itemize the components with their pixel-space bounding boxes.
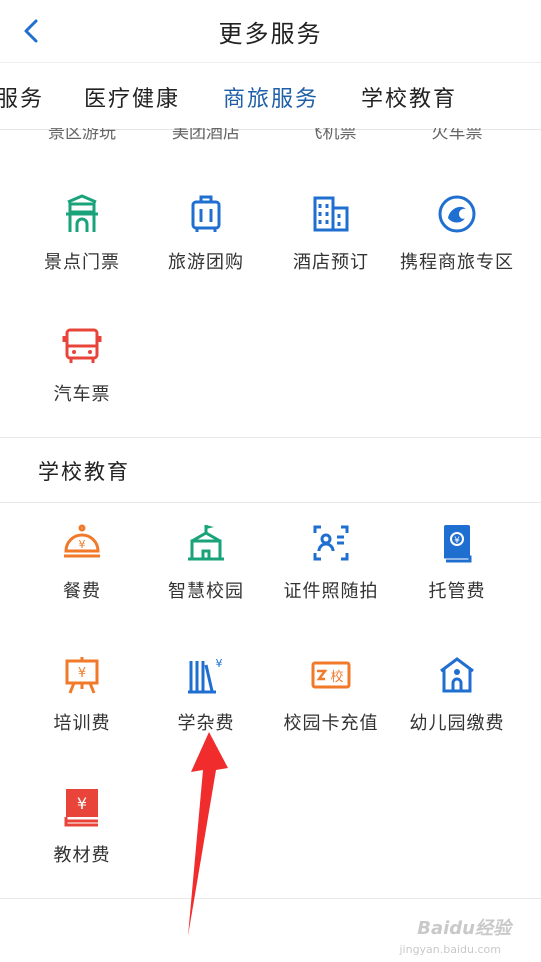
fee-book-icon: ¥ — [437, 523, 477, 563]
category-tabs: 服务 医疗健康 商旅服务 学校教育 — [0, 62, 541, 130]
grid-item-group-tour[interactable]: 旅游团购 — [141, 194, 271, 304]
campus-card-icon: 校 — [311, 655, 351, 695]
tab-services[interactable]: 服务 — [0, 81, 44, 113]
section-divider — [0, 502, 541, 503]
tab-school-education[interactable]: 学校教育 — [361, 81, 457, 113]
luggage-icon — [186, 194, 226, 234]
page-title: 更多服务 — [218, 20, 323, 48]
svg-text:¥: ¥ — [78, 666, 86, 681]
svg-text:¥: ¥ — [454, 536, 460, 546]
grid-item-label: 校园卡充值 — [283, 713, 379, 734]
section-title-school: 学校教育 — [38, 460, 130, 484]
grid-item-label: 酒店预订 — [293, 252, 369, 273]
svg-text:¥: ¥ — [216, 657, 223, 670]
grid-item-smart-campus[interactable]: 智慧校园 — [141, 523, 271, 633]
grid-item-campus-card-topup[interactable]: 校 校园卡充值 — [266, 655, 396, 765]
grid-item-meal-fee[interactable]: ¥ 餐费 — [17, 523, 147, 633]
school-building-icon — [186, 523, 226, 563]
grid-item-label: 景点门票 — [44, 252, 120, 273]
hotel-building-icon — [311, 194, 351, 234]
grid-item-label[interactable]: 美团酒店 — [141, 128, 271, 143]
grid-item-label[interactable]: 景区游玩 — [17, 128, 147, 143]
grid-item-label: 携程商旅专区 — [400, 252, 514, 273]
gate-icon — [62, 194, 102, 234]
grid-item-id-photo[interactable]: 证件照随拍 — [266, 523, 396, 633]
grid-item-label: 培训费 — [53, 713, 111, 734]
scrolled-off-row: 景区游玩 美团酒店 飞机票 火车票 — [0, 128, 541, 146]
meal-cover-icon: ¥ — [62, 523, 102, 563]
svg-text:¥: ¥ — [79, 538, 86, 551]
training-board-icon: ¥ — [62, 655, 102, 695]
watermark-site: jingyan.baidu.com — [399, 943, 501, 956]
watermark-brand: Baidu经验 — [417, 918, 511, 939]
grid-item-tuition-fee[interactable]: ¥ 学杂费 — [141, 655, 271, 765]
grid-item-label: 旅游团购 — [168, 252, 244, 273]
grid-item-label[interactable]: 飞机票 — [266, 128, 396, 143]
grid-item-scenic-tickets[interactable]: 景点门票 — [17, 194, 147, 304]
svg-text:校: 校 — [330, 669, 343, 685]
bus-icon — [62, 326, 102, 366]
textbook-yuan-icon: ¥ — [62, 787, 102, 827]
section-divider — [0, 437, 541, 438]
grid-item-label: 幼儿园缴费 — [409, 713, 505, 734]
grid-item-label: 证件照随拍 — [283, 581, 379, 602]
section-divider — [0, 898, 541, 899]
tab-medical-health[interactable]: 医疗健康 — [84, 81, 180, 113]
grid-item-label: 汽车票 — [53, 384, 111, 405]
top-bar: 更多服务 — [0, 0, 541, 62]
grid-item-label: 餐费 — [63, 581, 101, 602]
tab-business-travel[interactable]: 商旅服务 — [223, 81, 319, 113]
ctrip-dolphin-icon — [437, 194, 477, 234]
grid-item-kindergarten-payment[interactable]: 幼儿园缴费 — [392, 655, 522, 765]
grid-item-bus-ticket[interactable]: 汽车票 — [17, 326, 147, 436]
grid-item-label: 教材费 — [53, 845, 111, 866]
books-yuan-icon: ¥ — [186, 655, 226, 695]
grid-item-label: 学杂费 — [177, 713, 235, 734]
grid-item-textbook-fee[interactable]: ¥ 教材费 — [17, 787, 147, 897]
id-photo-icon — [311, 523, 351, 563]
svg-text:¥: ¥ — [77, 794, 87, 813]
grid-item-hotel-booking[interactable]: 酒店预订 — [266, 194, 396, 304]
grid-item-label[interactable]: 火车票 — [392, 128, 522, 143]
grid-item-ctrip-business[interactable]: 携程商旅专区 — [392, 194, 522, 304]
kindergarten-icon — [437, 655, 477, 695]
grid-item-label: 托管费 — [428, 581, 486, 602]
grid-item-custody-fee[interactable]: ¥ 托管费 — [392, 523, 522, 633]
grid-item-label: 智慧校园 — [168, 581, 244, 602]
grid-item-training-fee[interactable]: ¥ 培训费 — [17, 655, 147, 765]
